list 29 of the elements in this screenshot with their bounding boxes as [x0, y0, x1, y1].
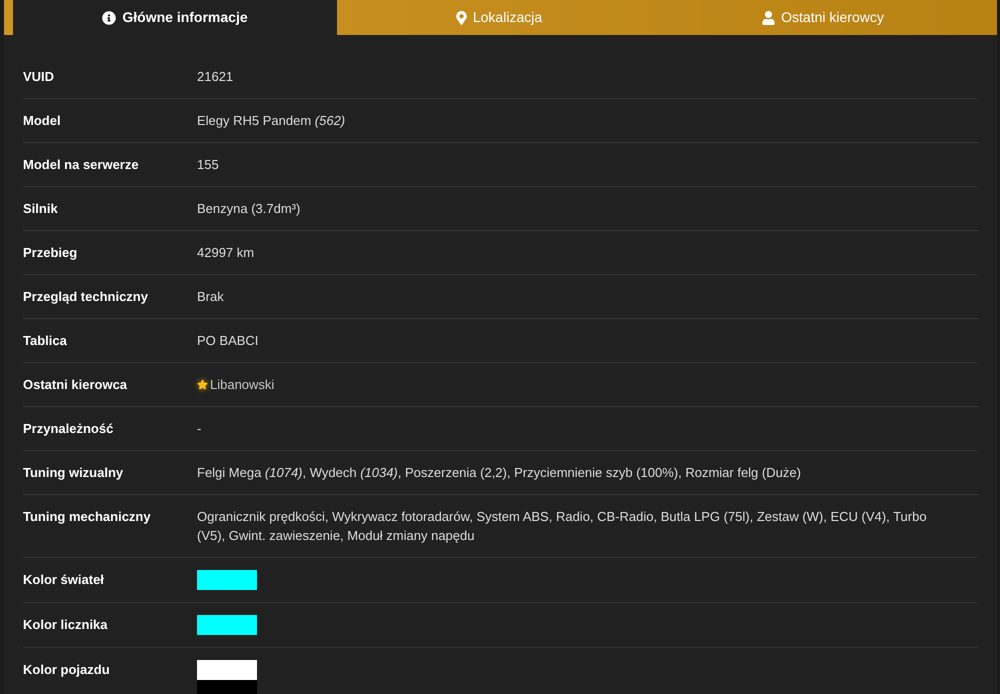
map-pin-icon [456, 10, 467, 24]
field-value: Ogranicznik prędkości, Wykrywacz fotoradarów, System ABS, Radio, CB-Radio, Butla LPG (75l), Zestaw (W), ECU (V4), Turbo (V5), Gwint. zawieszenie, Moduł zmiany napędu [197, 508, 928, 545]
field-label: Kolor licznika [23, 616, 109, 634]
field-label: Ostatni kierowca [23, 376, 128, 394]
field-label: Kolor pojazdu [23, 661, 111, 679]
field-label: Tuning wizualny [23, 464, 124, 482]
field-label: Przynależność [23, 420, 114, 438]
driver-link[interactable]: Libanowski [210, 375, 274, 394]
field-label: Kolor świateł [23, 571, 105, 589]
field-label: VUID [23, 68, 56, 86]
field-label: Przebieg [23, 244, 78, 262]
field-value: Elegy RH5 Pandem (562) [197, 112, 346, 130]
field-value: Brak [197, 288, 224, 306]
field-value: 42997 km [197, 244, 254, 262]
field-value: 21621 [197, 68, 234, 86]
field-label: Tablica [23, 332, 68, 350]
user-icon [762, 10, 776, 24]
field-label: Tuning mechaniczny [23, 508, 152, 526]
field-value: - [197, 420, 202, 438]
field-value: 155 [197, 156, 219, 174]
field-value: Felgi Mega (1074), Wydech (1034), Poszerzenia (2,2), Przyciemnienie szyb (100%), Rozmiar felg (Duże) [197, 464, 801, 482]
field-value: PO BABCI [197, 332, 258, 350]
field-value: Benzyna (3.7dm³) [197, 200, 300, 218]
info-icon [102, 10, 116, 24]
field-label: Model na serwerze [23, 156, 140, 174]
field-label: Przegląd techniczny [23, 288, 149, 306]
field-label: Model [23, 112, 62, 130]
tab[interactable]: Główne informacje [13, 0, 337, 35]
field-label: Silnik [23, 200, 59, 218]
